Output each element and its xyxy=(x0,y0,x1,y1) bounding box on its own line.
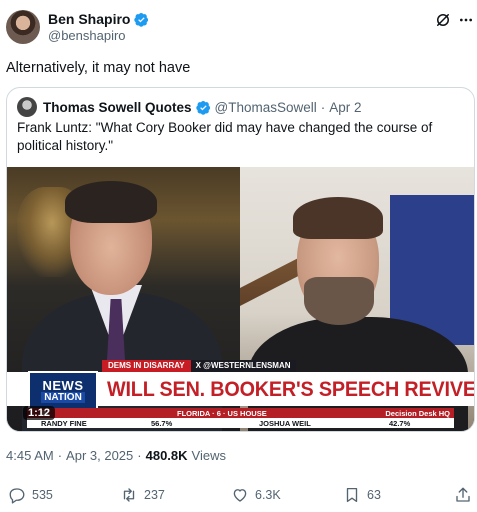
like-icon xyxy=(233,489,247,502)
tweet-time[interactable]: 4:45 AM xyxy=(6,448,54,463)
ticker-results: RANDY FINE 56.7% JOSHUA WEIL 42.7% xyxy=(27,418,454,428)
quoted-avatar xyxy=(17,97,37,117)
network-logo: NEWS NATION xyxy=(28,371,98,411)
repost-button[interactable]: 237 xyxy=(120,486,165,504)
chyron-handle: X @WESTERNLENSMAN xyxy=(190,360,296,372)
share-button[interactable] xyxy=(454,486,472,504)
share-icon xyxy=(456,487,470,502)
repost-icon xyxy=(123,488,135,502)
ticker-race: FLORIDA · 6 · US HOUSE xyxy=(177,409,267,418)
ticker-candidate-1: RANDY FINE xyxy=(41,419,87,428)
network-name-line1: NEWS xyxy=(42,378,84,393)
reply-count: 535 xyxy=(32,488,53,502)
quoted-tweet[interactable]: Thomas Sowell Quotes @ThomasSowell · Apr… xyxy=(6,87,475,432)
bookmark-icon xyxy=(346,487,358,503)
election-ticker: IN FLORIDA · 6 · US HOUSE Decision Desk … xyxy=(27,408,454,428)
tweet-meta: 4:45 AM · Apr 3, 2025 · 480.8K Views xyxy=(6,448,226,463)
tweet-date[interactable]: Apr 3, 2025 xyxy=(66,448,133,463)
bookmark-button[interactable]: 63 xyxy=(343,486,381,504)
verified-badge-icon xyxy=(134,12,149,27)
video-duration: 1:12 xyxy=(23,406,56,420)
reply-icon xyxy=(9,488,25,504)
chyron-tag: DEMS IN DISARRAY X @WESTERNLENSMAN xyxy=(102,360,296,372)
quoted-display-name: Thomas Sowell Quotes xyxy=(43,99,192,115)
quoted-text: Frank Luntz: "What Cory Booker did may h… xyxy=(17,120,433,153)
ticker-pct-1: 56.7% xyxy=(151,419,173,428)
views-count: 480.8K xyxy=(145,448,188,463)
chyron-tag-label: DEMS IN DISARRAY xyxy=(102,360,191,372)
repost-count: 237 xyxy=(144,488,165,502)
quoted-date: Apr 2 xyxy=(329,99,362,115)
like-count: 6.3K xyxy=(255,488,281,502)
author-handle[interactable]: @benshapiro xyxy=(48,28,126,43)
views-label: Views xyxy=(191,448,226,463)
ticker-source: Decision Desk HQ xyxy=(385,409,450,418)
action-bar: 535 237 6.3K 63 xyxy=(0,486,477,508)
more-icon[interactable] xyxy=(458,12,474,28)
network-name-line2: NATION xyxy=(41,392,85,403)
video-player[interactable]: DEMS IN DISARRAY X @WESTERNLENSMAN WILL … xyxy=(7,167,474,431)
like-button[interactable]: 6.3K xyxy=(231,486,281,504)
ticker-candidate-2: JOSHUA WEIL xyxy=(259,419,311,428)
author-name-row: Ben Shapiro xyxy=(48,10,149,28)
chyron-headline: WILL SEN. BOOKER'S SPEECH REVIVE DEMS? xyxy=(107,377,474,401)
meta-separator: · xyxy=(57,448,63,463)
quoted-header: Thomas Sowell Quotes @ThomasSowell · Apr… xyxy=(17,97,362,117)
meta-separator: · xyxy=(137,448,142,463)
author-avatar[interactable] xyxy=(6,10,40,44)
author-display-name[interactable]: Ben Shapiro xyxy=(48,11,130,27)
tweet-text: Alternatively, it may not have xyxy=(6,60,191,76)
reply-button[interactable]: 535 xyxy=(8,486,53,504)
bookmark-count: 63 xyxy=(367,488,381,502)
ticker-pct-2: 42.7% xyxy=(389,419,411,428)
grok-icon[interactable] xyxy=(434,11,452,29)
tweet-header: Ben Shapiro @benshapiro xyxy=(0,0,477,56)
quoted-handle: @ThomasSowell xyxy=(214,99,317,115)
verified-badge-icon xyxy=(195,100,210,115)
quoted-separator: · xyxy=(320,99,326,115)
